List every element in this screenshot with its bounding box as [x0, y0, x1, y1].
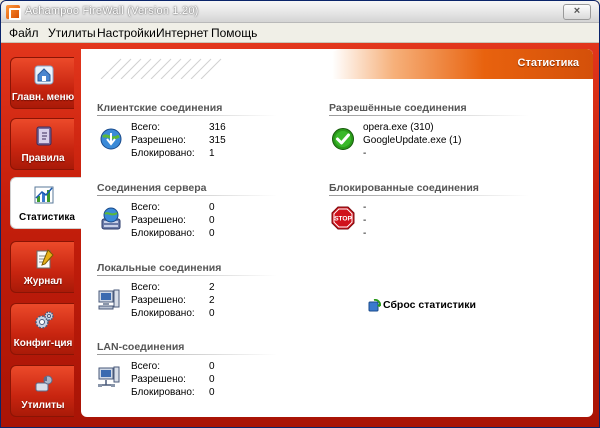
section-title-local: Локальные соединения — [97, 262, 222, 274]
label-blocked: Блокировано: — [131, 148, 195, 159]
close-button[interactable]: × — [563, 4, 591, 20]
nav-tab-rules[interactable]: Правила — [10, 118, 74, 170]
value-lan-total: 0 — [209, 361, 215, 372]
value-local-allowed: 2 — [209, 295, 215, 306]
section-title-lan: LAN-соединения — [97, 341, 185, 353]
label-total: Всего: — [131, 202, 160, 213]
allowed-app-line: opera.exe (310) — [363, 122, 434, 133]
label-total: Всего: — [131, 282, 160, 293]
green-check-icon — [332, 128, 354, 150]
reset-statistics-button[interactable]: Сброс статистики — [383, 299, 476, 311]
section-title-blocked-connections: Блокированные соединения — [329, 182, 479, 194]
nav-label: Журнал — [23, 276, 63, 287]
value-client-blocked: 1 — [209, 148, 215, 159]
nav-label: Конфиг-ция — [13, 338, 73, 349]
value-local-total: 2 — [209, 282, 215, 293]
section-title-server: Соединения сервера — [97, 182, 207, 194]
menu-bar: Файл Утилиты Настройки Интернет Помощь — [1, 23, 599, 43]
computer-icon — [98, 289, 120, 310]
stop-sign-icon: STOP — [331, 206, 355, 230]
globe-download-icon — [100, 128, 122, 150]
section-divider — [97, 115, 277, 116]
nav-tab-config[interactable]: Конфиг-ция — [10, 303, 74, 355]
nav-tab-home[interactable]: Главн. меню — [10, 57, 74, 109]
menu-internet[interactable]: Интернет — [156, 26, 208, 40]
label-allowed: Разрешено: — [131, 215, 186, 226]
label-total: Всего: — [131, 122, 160, 133]
nav-label: Правила — [21, 153, 65, 164]
section-title-client: Клиентские соединения — [97, 102, 223, 114]
value-server-allowed: 0 — [209, 215, 215, 226]
gears-icon — [35, 311, 54, 329]
label-blocked: Блокировано: — [131, 387, 195, 398]
home-icon — [34, 65, 54, 85]
value-client-total: 316 — [209, 122, 226, 133]
nav-label: Утилиты — [21, 400, 65, 411]
window-title: Achampoo FireWall (Version 1.20) — [25, 5, 199, 17]
label-blocked: Блокировано: — [131, 308, 195, 319]
nav-label: Главн. меню — [11, 92, 75, 103]
app-window: Achampoo FireWall (Version 1.20) × Файл … — [0, 0, 600, 428]
menu-settings[interactable]: Настройки — [97, 26, 156, 40]
blocked-app-line: - — [363, 215, 367, 226]
menu-file[interactable]: Файл — [9, 26, 39, 40]
app-logo-icon — [6, 5, 21, 20]
blocked-app-line: - — [363, 202, 367, 213]
statistics-panel: Статистика Клиентские соединения Всего: … — [81, 49, 593, 417]
nav-tab-journal[interactable]: Журнал — [10, 241, 74, 293]
stop-sign-text: STOP — [334, 216, 352, 223]
network-computer-icon — [98, 366, 120, 387]
section-divider — [97, 354, 277, 355]
section-title-allowed-connections: Разрешённые соединения — [329, 102, 467, 114]
value-lan-blocked: 0 — [209, 387, 215, 398]
section-divider — [97, 195, 277, 196]
nav-tab-statistics[interactable]: Статистика — [10, 177, 82, 229]
label-allowed: Разрешено: — [131, 135, 186, 146]
menu-utilities[interactable]: Утилиты — [48, 26, 96, 40]
section-divider — [329, 195, 529, 196]
value-local-blocked: 0 — [209, 308, 215, 319]
value-lan-allowed: 0 — [209, 374, 215, 385]
title-bar: Achampoo FireWall (Version 1.20) × — [1, 1, 599, 23]
label-allowed: Разрешено: — [131, 374, 186, 385]
label-blocked: Блокировано: — [131, 228, 195, 239]
nav-tab-utilities[interactable]: Утилиты — [10, 365, 74, 417]
value-server-blocked: 0 — [209, 228, 215, 239]
panel-header: Статистика — [81, 49, 593, 79]
journal-icon — [36, 249, 54, 269]
blocked-app-line: - — [363, 228, 367, 239]
value-server-total: 0 — [209, 202, 215, 213]
value-client-allowed: 315 — [209, 135, 226, 146]
nav-label: Статистика — [19, 212, 75, 223]
allowed-app-line: GoogleUpdate.exe (1) — [363, 135, 462, 146]
page-title: Статистика — [517, 57, 580, 69]
rules-book-icon — [36, 126, 52, 146]
section-divider — [97, 275, 277, 276]
section-divider — [329, 115, 529, 116]
reset-icon[interactable] — [368, 299, 381, 312]
allowed-app-line: - — [363, 148, 367, 159]
label-total: Всего: — [131, 361, 160, 372]
server-globe-icon — [101, 207, 121, 230]
label-allowed: Разрешено: — [131, 295, 186, 306]
menu-help[interactable]: Помощь — [211, 26, 257, 40]
header-stripes — [81, 49, 593, 79]
statistics-chart-icon — [34, 186, 54, 204]
tools-icon — [35, 375, 53, 392]
